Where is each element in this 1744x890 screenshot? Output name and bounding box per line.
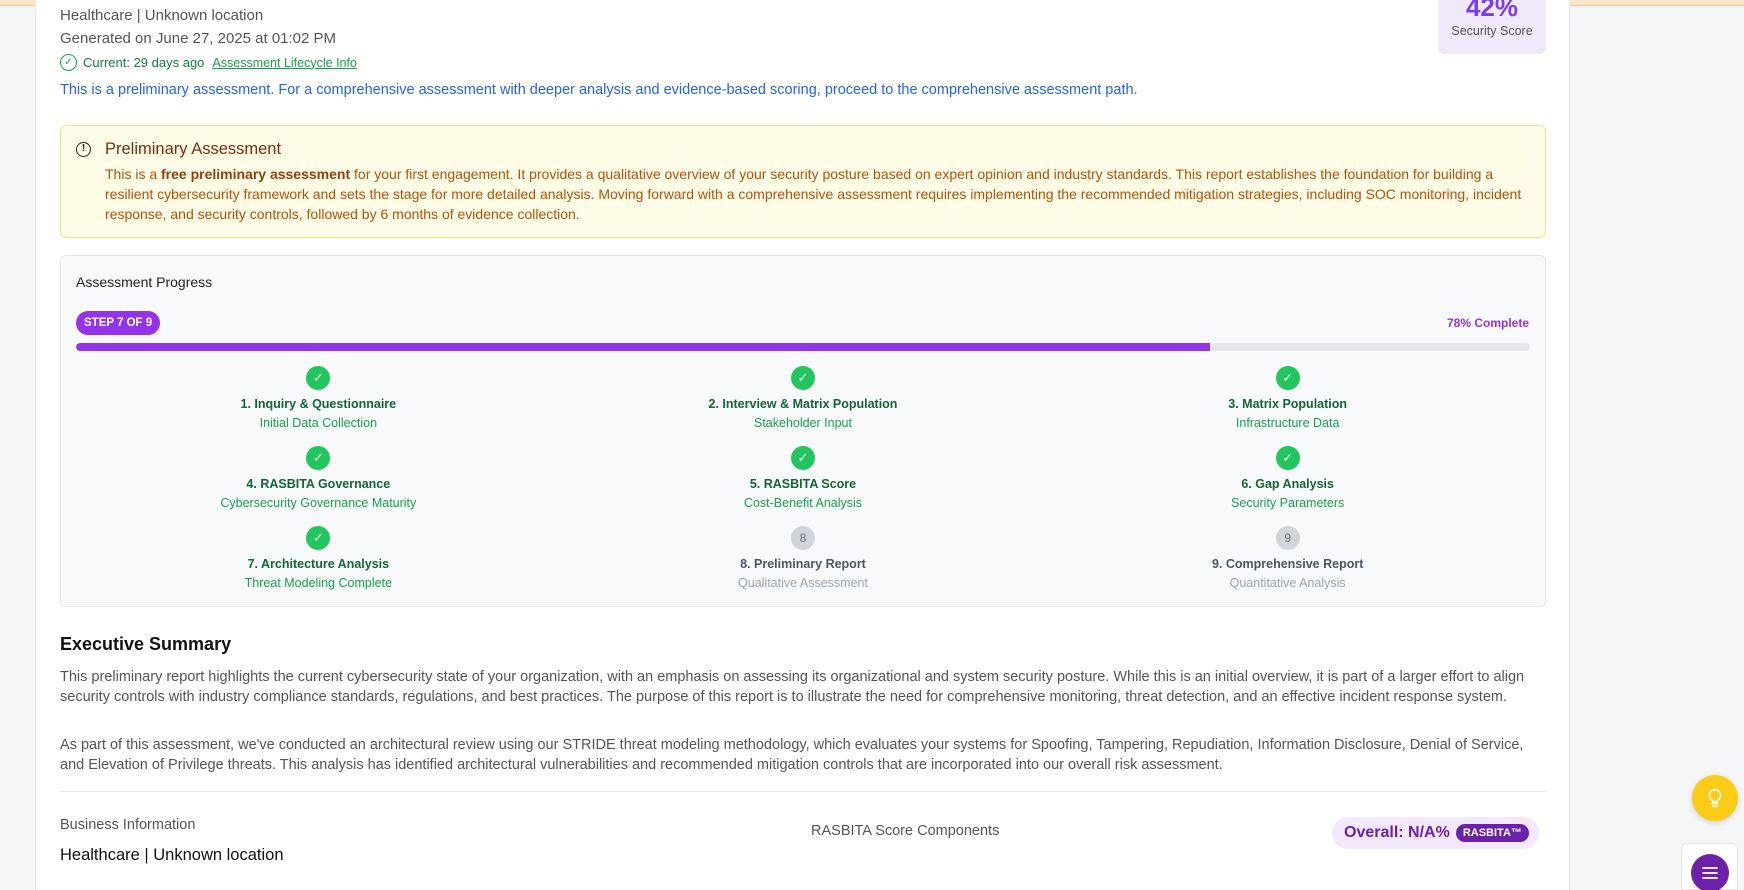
hamburger-menu-icon <box>1702 867 1718 879</box>
business-information-label: Business Information <box>60 817 196 833</box>
generated-timestamp: Generated on June 27, 2025 at 01:02 PM <box>60 30 337 47</box>
step-subtitle: Cybersecurity Governance Maturity <box>220 496 417 510</box>
check-icon: ✓ <box>1275 446 1300 470</box>
check-circle-icon: ✓ <box>60 54 77 71</box>
progress-step: ✓ 7. Architecture Analysis Threat Modeling… <box>76 526 561 590</box>
progress-steps: ✓ 1. Inquiry & Questionnaire Initial Data … <box>76 366 1530 590</box>
assessment-lifecycle-link[interactable]: Assessment Lifecycle Info <box>212 56 357 70</box>
step-name: 7. Architecture Analysis <box>247 557 390 571</box>
security-score-label: Security Score <box>1451 24 1533 38</box>
step-subtitle: Security Parameters <box>1231 496 1345 510</box>
progress-bar-fill <box>76 343 1211 351</box>
current-status-text: Current: 29 days ago <box>83 55 205 70</box>
overall-score-text: Overall: N/A% <box>1344 824 1450 841</box>
step-number-badge: 8 <box>790 526 815 550</box>
step-name: 9. Comprehensive Report <box>1211 557 1364 571</box>
business-information-value: Healthcare | Unknown location <box>60 846 284 864</box>
step-subtitle: Quantitative Analysis <box>1229 576 1346 590</box>
executive-summary-paragraph-2: As part of this assessment, we've conduc… <box>60 737 1524 773</box>
progress-step: 8 8. Preliminary Report Qualitative Assess… <box>561 526 1046 590</box>
progress-step: 9 9. Comprehensive Report Quantitative Ana… <box>1045 526 1530 590</box>
progress-step: ✓ 1. Inquiry & Questionnaire Initial Data … <box>76 366 561 430</box>
step-name: 5. RASBITA Score <box>749 477 857 491</box>
step-badge: STEP 7 OF 9 <box>76 311 161 335</box>
step-subtitle: Initial Data Collection <box>259 416 378 430</box>
step-number-badge: 9 <box>1275 526 1300 550</box>
executive-summary-paragraph-1: This preliminary report highlights the c… <box>60 669 1525 705</box>
progress-step: ✓ 6. Gap Analysis Security Parameters <box>1045 446 1530 510</box>
preliminary-alert-title: Preliminary Assessment <box>105 140 282 158</box>
step-name: 2. Interview & Matrix Population <box>708 397 898 411</box>
step-name: 1. Inquiry & Questionnaire <box>240 397 397 411</box>
progress-title: Assessment Progress <box>76 274 213 290</box>
check-icon: ✓ <box>1275 366 1300 390</box>
assessment-progress-panel: Assessment Progress STEP 7 OF 9 78% Comp… <box>60 255 1546 607</box>
security-score-value: 42% <box>1465 0 1519 22</box>
step-subtitle: Stakeholder Input <box>753 416 852 430</box>
currency-status: ✓ Current: 29 days ago Assessment Lifecy… <box>60 54 357 71</box>
step-name: 6. Gap Analysis <box>1241 477 1334 491</box>
step-name: 8. Preliminary Report <box>740 557 866 571</box>
header-industry-location: Healthcare | Unknown location <box>60 7 264 24</box>
security-score-box: 42% Security Score <box>1438 0 1546 54</box>
progress-step: ✓ 3. Matrix Population Infrastructure Data <box>1045 366 1530 430</box>
step-subtitle: Cost-Benefit Analysis <box>743 496 863 510</box>
check-icon: ✓ <box>306 366 331 390</box>
step-name: 3. Matrix Population <box>1228 397 1348 411</box>
section-divider <box>60 791 1546 792</box>
step-subtitle: Infrastructure Data <box>1235 416 1340 430</box>
check-icon: ✓ <box>306 446 331 470</box>
progress-step: ✓ 5. RASBITA Score Cost-Benefit Analysis <box>561 446 1046 510</box>
preliminary-note: This is a preliminary assessment. For a … <box>60 82 1138 98</box>
rasbita-badge: RASBITA™ <box>1455 824 1529 842</box>
preliminary-assessment-alert: ! Preliminary Assessment This is a free … <box>60 125 1546 238</box>
executive-summary-title: Executive Summary <box>60 634 232 654</box>
overall-score-pill: Overall: N/A% RASBITA™ <box>1332 817 1539 849</box>
rasbita-components-label: RASBITA Score Components <box>811 823 1000 839</box>
preliminary-alert-body: This is a free preliminary assessment fo… <box>105 166 1522 222</box>
progress-step: ✓ 2. Interview & Matrix Population Stakeho… <box>561 366 1046 430</box>
progress-bar <box>76 343 1530 351</box>
progress-step: ✓ 4. RASBITA Governance Cybersecurity Gove… <box>76 446 561 510</box>
menu-button[interactable] <box>1691 854 1729 890</box>
step-name: 4. RASBITA Governance <box>246 477 391 491</box>
check-icon: ✓ <box>790 446 815 470</box>
check-icon: ✓ <box>306 526 331 550</box>
info-alert-icon: ! <box>76 142 91 157</box>
step-subtitle: Threat Modeling Complete <box>244 576 392 590</box>
lightbulb-icon <box>1708 788 1722 808</box>
step-subtitle: Qualitative Assessment <box>738 576 868 590</box>
check-icon: ✓ <box>790 366 815 390</box>
percent-complete: 78% Complete <box>1446 316 1529 330</box>
tips-button[interactable] <box>1692 775 1738 821</box>
menu-button-container <box>1681 843 1738 890</box>
